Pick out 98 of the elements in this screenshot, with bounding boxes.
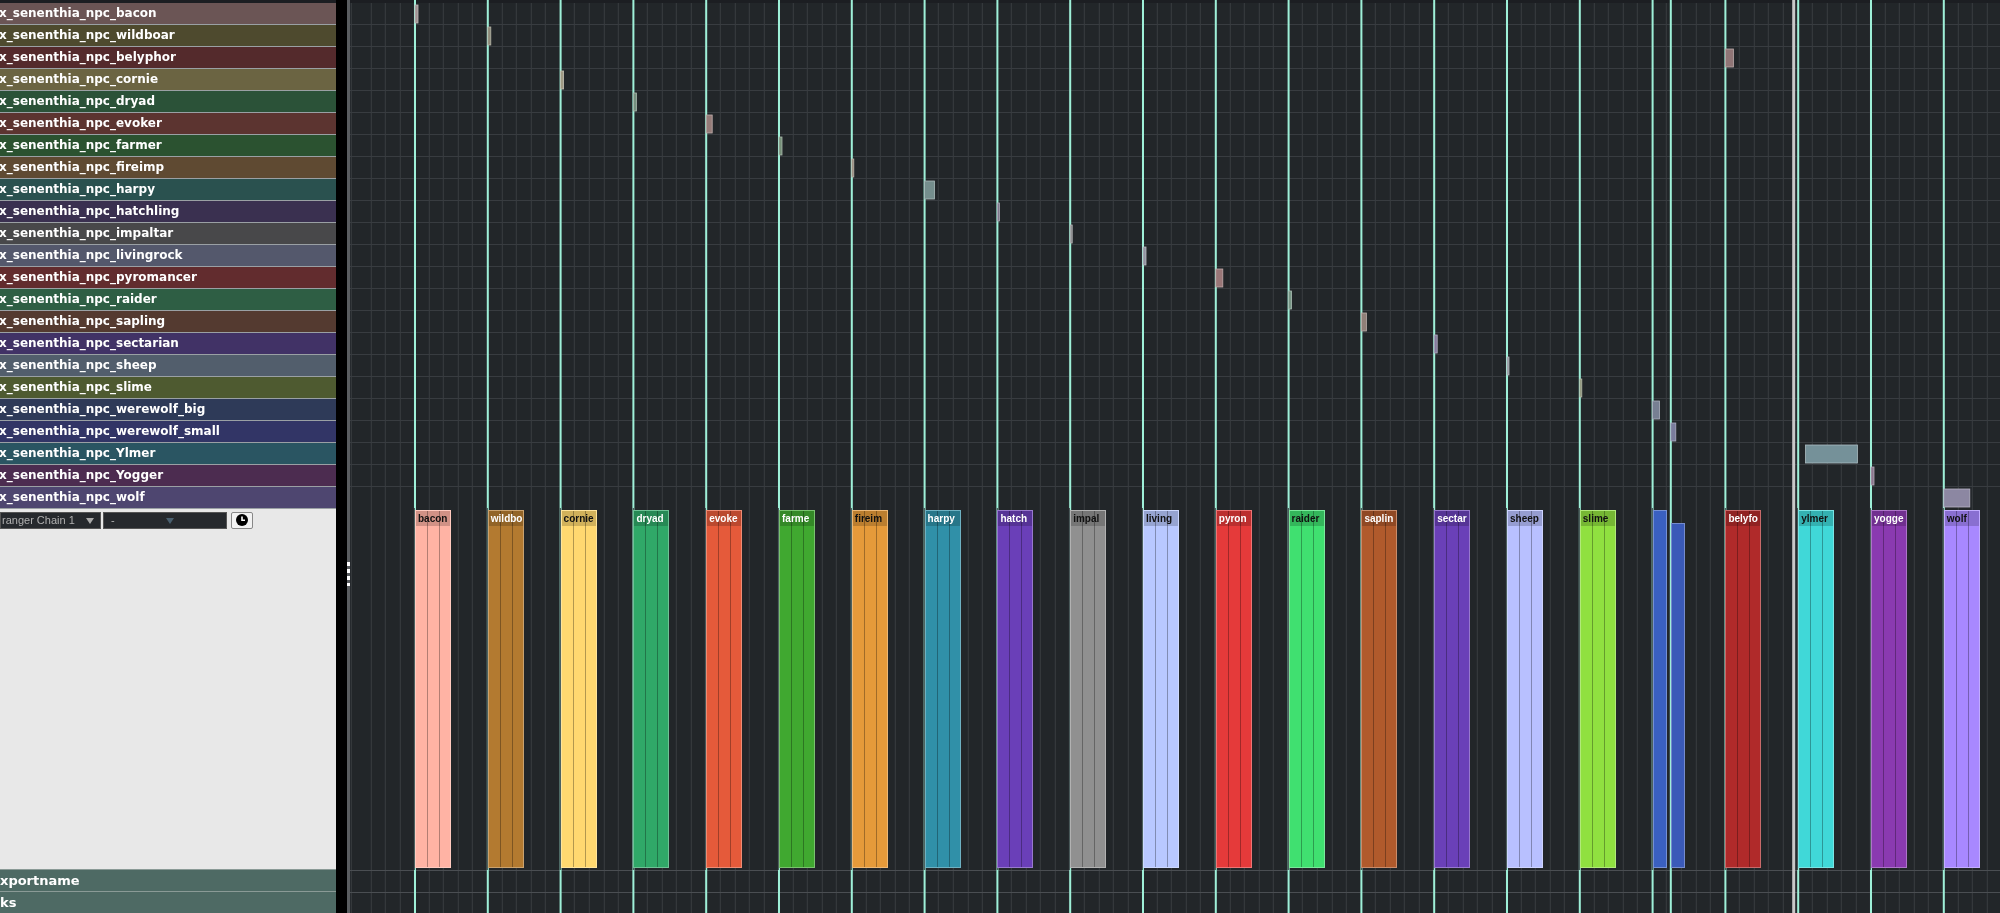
marker-line[interactable] [414,0,416,913]
arranger-clip[interactable]: belyfo [1725,510,1762,869]
marker-line[interactable] [1287,0,1290,913]
marker-line[interactable] [1360,0,1363,913]
event-block[interactable] [924,180,935,200]
event-block[interactable] [851,158,855,178]
marker-line[interactable] [1651,0,1654,913]
event-block[interactable] [487,26,492,46]
track-header[interactable]: x_senenthia_npc_raider [0,289,336,311]
event-block[interactable] [997,202,1000,222]
track-header[interactable]: x_senenthia_npc_werewolf_big [0,399,336,421]
event-block[interactable] [1069,224,1073,244]
event-block[interactable] [1433,334,1438,354]
track-header[interactable]: x_senenthia_npc_sheep [0,355,336,377]
track-header[interactable]: ks [0,891,336,913]
track-header[interactable]: x_senenthia_npc_harpy [0,179,336,201]
event-block[interactable] [1943,488,1971,508]
arranger-clip[interactable]: dryad [633,510,670,869]
track-header[interactable]: x_senenthia_npc_sectarian [0,333,336,355]
event-block[interactable] [1870,466,1875,486]
event-block[interactable] [1215,268,1224,288]
arranger-clip[interactable]: raider [1288,510,1325,869]
track-header[interactable]: x_senenthia_npc_belyphor [0,47,336,69]
marker-line[interactable] [1506,0,1508,913]
chain-dropdown[interactable]: ranger Chain 1 [0,512,101,529]
track-header[interactable]: x_senenthia_npc_Ylmer [0,443,336,465]
event-block[interactable] [1506,356,1510,376]
event-block[interactable] [1725,48,1734,68]
arranger-clip[interactable]: evoke [706,510,743,869]
marker-line[interactable] [1669,0,1672,913]
caret-icon [166,518,174,524]
track-header[interactable]: x_senenthia_npc_dryad [0,91,336,113]
event-block[interactable] [1670,422,1677,442]
track-header[interactable]: x_senenthia_npc_Yogger [0,465,336,487]
track-header[interactable]: x_senenthia_npc_livingrock [0,245,336,267]
track-header[interactable]: x_senenthia_npc_cornie [0,69,336,91]
marker-line[interactable] [1142,0,1144,913]
track-header[interactable]: x_senenthia_npc_bacon [0,3,336,25]
arranger-clip[interactable]: saplin [1361,510,1398,869]
arranger-clip[interactable]: wolf [1943,510,1980,869]
arranger-clip[interactable]: sheep [1507,510,1543,869]
event-block[interactable] [1361,312,1367,332]
marker-line[interactable] [996,0,999,913]
arranger-clip[interactable]: wildbo [487,510,524,869]
marker-line[interactable] [1724,0,1727,913]
event-block[interactable] [1579,378,1583,398]
arranger-clip[interactable]: cornie [560,510,597,869]
track-header[interactable]: x_senenthia_npc_sapling [0,311,336,333]
arranger-clip[interactable]: living [1143,510,1179,869]
arranger-clip[interactable]: sectar [1434,510,1471,869]
marker-line[interactable] [1870,0,1872,913]
event-block[interactable] [1288,290,1292,310]
marker-line[interactable] [1797,0,1800,913]
track-header[interactable]: x_senenthia_npc_werewolf_small [0,421,336,443]
marker-line[interactable] [486,0,489,913]
marker-line[interactable] [1433,0,1436,913]
track-header[interactable]: x_senenthia_npc_slime [0,377,336,399]
mode-dropdown[interactable]: - [103,512,227,529]
arranger-clip[interactable]: hatch [997,510,1034,869]
arranger-clip[interactable]: pyron [1215,510,1252,869]
track-header[interactable]: xportname [0,869,336,891]
arranger-clip[interactable]: fireim [851,510,888,869]
clock-icon [235,513,249,528]
marker-line[interactable] [559,0,562,913]
marker-line[interactable] [1942,0,1945,913]
track-header[interactable]: x_senenthia_npc_wildboar [0,25,336,47]
event-block[interactable] [560,70,564,90]
marker-line[interactable] [778,0,780,913]
arranger-clip[interactable]: ylmer [1798,510,1835,869]
event-block[interactable] [705,114,713,134]
marker-line[interactable] [923,0,926,913]
event-block[interactable] [778,136,783,156]
track-header[interactable]: x_senenthia_npc_pyromancer [0,267,336,289]
event-block[interactable] [633,92,637,112]
track-header[interactable]: x_senenthia_npc_evoker [0,113,336,135]
track-header[interactable]: x_senenthia_npc_fireimp [0,157,336,179]
event-block[interactable] [1142,246,1147,266]
arranger-clip[interactable]: slime [1579,510,1616,869]
track-header[interactable]: x_senenthia_npc_farmer [0,135,336,157]
arranger-clip[interactable]: harpy [924,510,961,869]
arranger-clip[interactable]: bacon [415,510,451,869]
arranger-clip[interactable]: impal [1070,510,1107,869]
caret-icon [86,518,94,524]
track-header[interactable]: x_senenthia_npc_hatchling [0,201,336,223]
track-header[interactable]: x_senenthia_npc_impaltar [0,223,336,245]
resize-handle[interactable] [347,562,350,586]
marker-line[interactable] [632,0,635,913]
marker-line[interactable] [1069,0,1072,913]
marker-line[interactable] [705,0,708,913]
clock-button[interactable] [231,512,253,529]
event-block[interactable] [1652,400,1660,420]
track-header[interactable]: x_senenthia_npc_wolf [0,487,336,509]
marker-line[interactable] [1578,0,1581,913]
arranger-clip[interactable]: yogge [1871,510,1907,869]
marker-line[interactable] [850,0,853,913]
arranger-clip[interactable]: farme [779,510,815,869]
marker-line[interactable] [1214,0,1217,913]
event-block[interactable] [414,4,419,24]
